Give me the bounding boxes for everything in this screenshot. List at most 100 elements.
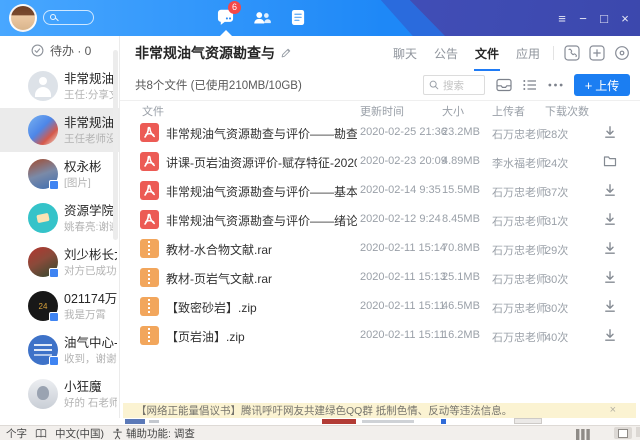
close-icon[interactable]: × bbox=[618, 11, 632, 26]
file-search-input[interactable]: 搜索 bbox=[423, 75, 485, 95]
file-row[interactable]: 非常规油气资源勘查与评价——基本地质特征.pdf 2020-02-14 9:35… bbox=[120, 176, 640, 205]
file-size: 46.5MB bbox=[442, 300, 480, 312]
file-uploader: 石万忠老师 bbox=[492, 300, 547, 316]
settings-icon[interactable] bbox=[614, 45, 630, 61]
user-avatar[interactable] bbox=[9, 4, 37, 32]
chat-name: 权永彬 bbox=[64, 159, 117, 176]
call-icon[interactable] bbox=[564, 45, 580, 61]
docs-tab-icon[interactable] bbox=[291, 9, 306, 31]
titlebar-dark-ribbon bbox=[0, 0, 640, 36]
file-size: 4.89MB bbox=[442, 155, 480, 167]
file-action[interactable] bbox=[603, 328, 618, 343]
check-circle-icon bbox=[31, 44, 44, 57]
file-size: 25.1MB bbox=[442, 271, 480, 283]
file-action[interactable] bbox=[603, 125, 618, 140]
file-downloads: 29次 bbox=[545, 242, 568, 258]
group-title: 非常规油气资源勘查与 bbox=[135, 43, 275, 63]
background-fragment bbox=[514, 418, 542, 424]
web-layout-view-icon[interactable] bbox=[636, 427, 640, 437]
window-controls: ≡ − □ × bbox=[555, 0, 632, 36]
unread-count-badge: 6 bbox=[228, 1, 241, 14]
tab-files[interactable]: 文件 bbox=[475, 45, 499, 62]
toolbar-icons bbox=[496, 78, 563, 92]
read-mode-view-icon[interactable] bbox=[576, 427, 590, 440]
file-row[interactable]: 非常规油气资源勘查与评价——勘查方法与技术.pdf 2020-02-25 21:… bbox=[120, 118, 640, 147]
chat-preview: 对方已成功接收了您 bbox=[64, 264, 117, 278]
file-row[interactable]: 讲课-页岩油资源评价-赋存特征-2020-02-22.pdf 2020-02-2… bbox=[120, 147, 640, 176]
file-name: 【致密砂岩】.zip bbox=[166, 299, 257, 316]
file-uploader: 石万忠老师 bbox=[492, 329, 547, 345]
chat-list-item[interactable]: 24 021174万霄 我是万霄 bbox=[0, 284, 119, 328]
chat-preview: 我是万霄 bbox=[64, 308, 117, 322]
notice-bar: 【网络正能量倡议书】腾讯呼吁网友共建绿色QQ群 抵制色情、反动等违法信息。 × bbox=[123, 403, 636, 418]
file-downloads: 28次 bbox=[545, 126, 568, 142]
tab-apps[interactable]: 应用 bbox=[516, 45, 540, 62]
file-time: 2020-02-25 21:36 bbox=[360, 126, 447, 138]
chat-list-item[interactable]: 小狂魔 好的 石老师 非常感 bbox=[0, 372, 119, 416]
chat-list-item[interactable]: 油气中心-陈相 收到，谢谢石老师 bbox=[0, 328, 119, 372]
file-time: 2020-02-23 20:09 bbox=[360, 155, 447, 167]
chat-avatar bbox=[28, 115, 58, 145]
file-row[interactable]: 【页岩油】.zip 2020-02-11 15:11 16.2MB 石万忠老师 … bbox=[120, 321, 640, 350]
file-action[interactable] bbox=[603, 270, 618, 285]
search-placeholder: 搜索 bbox=[443, 78, 464, 93]
file-action[interactable] bbox=[603, 212, 618, 227]
group-tabs: 聊天公告文件应用 bbox=[393, 45, 540, 62]
file-uploader: 李水福老师 bbox=[492, 155, 547, 171]
maximize-icon[interactable]: □ bbox=[597, 11, 611, 26]
sidebar-scrollbar[interactable] bbox=[113, 50, 118, 240]
file-uploader: 石万忠老师 bbox=[492, 213, 547, 229]
contacts-tab-icon[interactable] bbox=[252, 10, 272, 31]
file-name: 教材-页岩气文献.rar bbox=[166, 270, 272, 287]
tab-chat[interactable]: 聊天 bbox=[393, 45, 417, 62]
accessibility-status[interactable]: 辅助功能: 调查 bbox=[112, 426, 195, 440]
file-row[interactable]: 教材-水合物文献.rar 2020-02-11 15:14 70.8MB 石万忠… bbox=[120, 234, 640, 263]
file-action[interactable] bbox=[603, 299, 618, 314]
background-fragment bbox=[362, 420, 414, 423]
menu-icon[interactable]: ≡ bbox=[555, 11, 569, 26]
word-count[interactable]: 个字 bbox=[6, 426, 27, 440]
todo-row[interactable]: 待办 · 0 bbox=[0, 36, 119, 64]
chat-list-item[interactable]: 非常规油气资源 王任老师没有补充 bbox=[0, 108, 119, 152]
chat-name: 非常规油气资源 bbox=[64, 115, 117, 132]
file-time: 2020-02-11 15:11 bbox=[360, 329, 445, 341]
file-time: 2020-02-11 15:14 bbox=[360, 242, 446, 254]
file-action[interactable] bbox=[603, 154, 618, 169]
print-layout-view-icon[interactable] bbox=[614, 427, 632, 439]
global-search-input[interactable] bbox=[43, 10, 94, 25]
file-row[interactable]: 非常规油气资源勘查与评价——绪论.pdf 2020-02-12 9:24 8.4… bbox=[120, 205, 640, 234]
more-icon[interactable] bbox=[548, 83, 563, 87]
create-group-icon[interactable] bbox=[589, 45, 605, 61]
language-indicator[interactable]: 中文(中国) bbox=[55, 426, 104, 440]
chat-list-item[interactable]: 刘少彬长大 对方已成功接收了您 bbox=[0, 240, 119, 284]
minimize-icon[interactable]: − bbox=[576, 11, 590, 26]
chat-list-item[interactable]: 资源学院大家庭 姚春亮:谢谢杨老师, bbox=[0, 196, 119, 240]
chat-name: 021174万霄 bbox=[64, 291, 117, 308]
notice-close-icon[interactable]: × bbox=[610, 403, 616, 418]
file-uploader: 石万忠老师 bbox=[492, 126, 547, 142]
file-downloads: 37次 bbox=[545, 184, 568, 200]
column-downloads: 下载次数 bbox=[545, 103, 589, 119]
file-row[interactable]: 【致密砂岩】.zip 2020-02-11 15:11 46.5MB 石万忠老师… bbox=[120, 292, 640, 321]
file-time: 2020-02-14 9:35 bbox=[360, 184, 441, 196]
chat-list-item[interactable]: 权永彬 [图片] bbox=[0, 152, 119, 196]
titlebar: 6 ≡ − □ × bbox=[0, 0, 640, 36]
chat-list-item[interactable]: 非常规油气资源 王任:分享文件"非常 bbox=[0, 64, 119, 108]
edit-title-icon[interactable] bbox=[280, 47, 292, 59]
proofing-icon[interactable] bbox=[35, 428, 47, 439]
group-file-panel: 非常规油气资源勘查与 聊天公告文件应用 bbox=[120, 36, 640, 418]
list-view-icon[interactable] bbox=[523, 79, 537, 91]
file-uploader: 石万忠老师 bbox=[492, 184, 547, 200]
file-row[interactable]: 教材-页岩气文献.rar 2020-02-11 15:13 25.1MB 石万忠… bbox=[120, 263, 640, 292]
file-downloads: 40次 bbox=[545, 329, 568, 345]
file-name: 非常规油气资源勘查与评价——基本地质特征.pdf bbox=[166, 183, 357, 200]
download-icon bbox=[603, 241, 617, 255]
accessibility-icon bbox=[112, 428, 123, 440]
saved-files-icon[interactable] bbox=[496, 78, 512, 92]
background-fragment bbox=[149, 420, 159, 423]
upload-button[interactable]: + 上传 bbox=[574, 74, 630, 96]
file-type-icon bbox=[140, 268, 159, 287]
file-action[interactable] bbox=[603, 183, 618, 198]
file-action[interactable] bbox=[603, 241, 618, 256]
tab-announcements[interactable]: 公告 bbox=[434, 45, 458, 62]
